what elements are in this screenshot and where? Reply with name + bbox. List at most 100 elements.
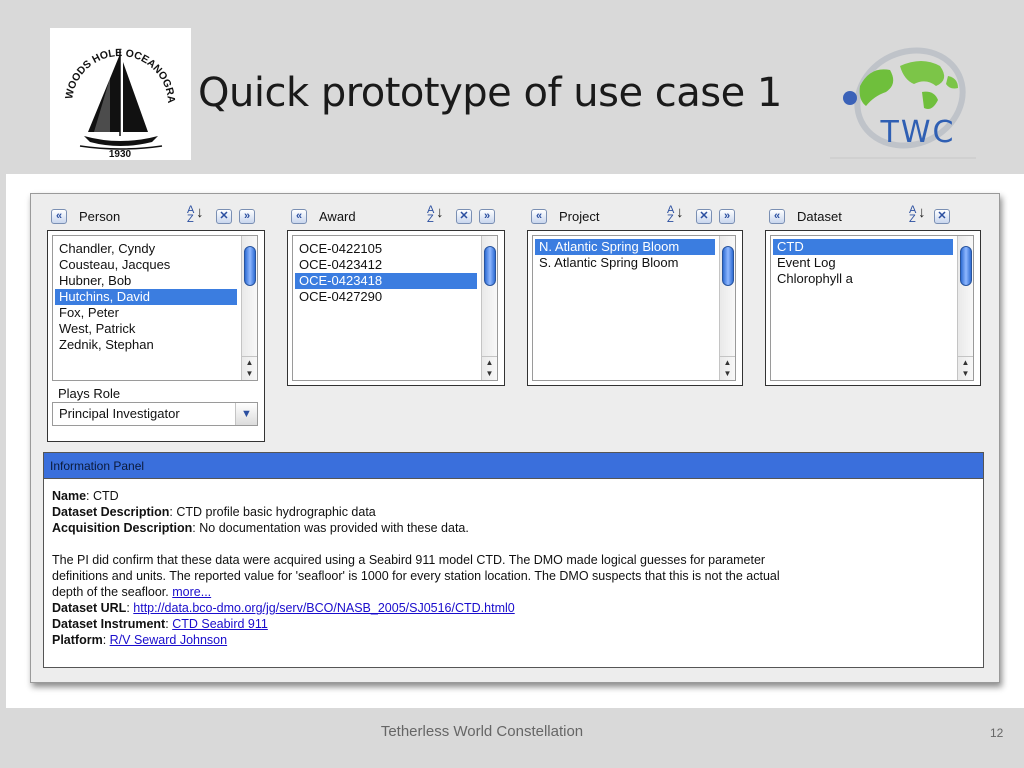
person-scrollbar[interactable]: ▲ ▼ xyxy=(241,236,257,380)
project-list[interactable]: N. Atlantic Spring Bloom S. Atlantic Spr… xyxy=(532,235,736,381)
sort-az-icon[interactable]: A Z ↓ xyxy=(909,205,926,225)
information-panel-header: Information Panel xyxy=(44,453,983,479)
next-icon[interactable]: » xyxy=(239,209,255,224)
description-row: Dataset Description: CTD profile basic h… xyxy=(52,505,376,519)
list-item[interactable]: Chlorophyll a xyxy=(773,271,853,287)
logo-year: 1930 xyxy=(109,149,132,160)
scroll-thumb[interactable] xyxy=(244,246,256,286)
instrument-link[interactable]: CTD Seabird 911 xyxy=(172,617,268,631)
prev-icon[interactable]: « xyxy=(291,209,307,224)
list-item[interactable]: OCE-0423412 xyxy=(295,257,382,273)
list-item[interactable]: Hubner, Bob xyxy=(55,273,131,289)
slide-footer: Tetherless World Constellation xyxy=(380,723,584,740)
paragraph-text: depth of the seafloor. xyxy=(52,585,169,599)
plays-role-label: Plays Role xyxy=(58,386,121,401)
list-item-selected[interactable]: N. Atlantic Spring Bloom xyxy=(535,239,715,255)
sort-az-icon[interactable]: A Z ↓ xyxy=(187,205,204,225)
project-scrollbar[interactable]: ▲ ▼ xyxy=(719,236,735,380)
award-facet-title: Award xyxy=(319,209,356,224)
clear-icon[interactable]: ✕ xyxy=(696,209,712,224)
next-icon[interactable]: » xyxy=(479,209,495,224)
scroll-arrows-icon[interactable]: ▲ ▼ xyxy=(720,356,735,380)
paragraph-line: definitions and units. The reported valu… xyxy=(52,569,780,583)
list-item[interactable]: OCE-0427290 xyxy=(295,289,382,305)
list-item-selected[interactable]: OCE-0423418 xyxy=(295,273,477,289)
plays-role-select[interactable]: Principal Investigator ▼ xyxy=(52,402,258,426)
sort-az-icon[interactable]: A Z ↓ xyxy=(667,205,684,225)
dataset-url-link[interactable]: http://data.bco-dmo.org/jg/serv/BCO/NASB… xyxy=(133,601,514,615)
clear-icon[interactable]: ✕ xyxy=(934,209,950,224)
platform-label: Platform xyxy=(52,633,103,647)
twc-logo-text: TWC xyxy=(880,115,956,150)
instrument-label: Dataset Instrument xyxy=(52,617,166,631)
person-listbox: Chandler, Cyndy Cousteau, Jacques Hubner… xyxy=(47,230,265,442)
list-item[interactable]: Chandler, Cyndy xyxy=(55,241,155,257)
dataset-facet: « Dataset A Z ↓ ✕ CTD Event Log Chlorophyl… xyxy=(765,205,981,386)
list-item[interactable]: West, Patrick xyxy=(55,321,135,337)
list-item[interactable]: S. Atlantic Spring Bloom xyxy=(535,255,678,271)
paragraph-line: The PI did confirm that these data were … xyxy=(52,553,766,567)
twc-logo: TWC xyxy=(830,26,976,160)
scroll-arrows-icon[interactable]: ▲ ▼ xyxy=(242,356,257,380)
scroll-arrows-icon[interactable]: ▲ ▼ xyxy=(482,356,497,380)
platform-row: Platform: R/V Seward Johnson xyxy=(52,633,228,647)
plays-role-value: Principal Investigator xyxy=(59,406,180,421)
dataset-facet-header: « Dataset A Z ↓ ✕ xyxy=(765,205,981,228)
name-value: CTD xyxy=(93,489,119,503)
award-listbox: OCE-0422105 OCE-0423412 OCE-0423418 OCE-… xyxy=(287,230,505,386)
list-item-selected[interactable]: Hutchins, David xyxy=(55,289,237,305)
award-scrollbar[interactable]: ▲ ▼ xyxy=(481,236,497,380)
list-item[interactable]: OCE-0422105 xyxy=(295,241,382,257)
information-panel-body: Name: CTD Dataset Description: CTD profi… xyxy=(44,479,983,648)
acquisition-row: Acquisition Description: No documentatio… xyxy=(52,521,469,535)
instrument-row: Dataset Instrument: CTD Seabird 911 xyxy=(52,617,268,631)
woods-hole-logo: WOODS HOLE OCEANOGRAPHIC INSTITUTION 193… xyxy=(46,19,191,160)
award-facet-header: « Award A Z ↓ ✕ » xyxy=(287,205,505,228)
award-list[interactable]: OCE-0422105 OCE-0423412 OCE-0423418 OCE-… xyxy=(292,235,498,381)
paragraph-line-last: depth of the seafloor. more... xyxy=(52,584,983,600)
clear-icon[interactable]: ✕ xyxy=(456,209,472,224)
person-list[interactable]: Chandler, Cyndy Cousteau, Jacques Hubner… xyxy=(52,235,258,381)
list-item[interactable]: Fox, Peter xyxy=(55,305,119,321)
platform-link[interactable]: R/V Seward Johnson xyxy=(110,633,227,647)
person-facet-title: Person xyxy=(79,209,121,224)
list-item[interactable]: Zednik, Stephan xyxy=(55,337,154,353)
information-panel: Information Panel Name: CTD Dataset Desc… xyxy=(43,452,984,668)
list-item-selected[interactable]: CTD xyxy=(773,239,953,255)
project-facet-header: « Project A Z ↓ ✕ » xyxy=(527,205,743,228)
prev-icon[interactable]: « xyxy=(51,209,67,224)
prev-icon[interactable]: « xyxy=(769,209,785,224)
page-number: 12 xyxy=(990,726,1004,740)
description-label: Dataset Description xyxy=(52,505,170,519)
url-row: Dataset URL: http://data.bco-dmo.org/jg/… xyxy=(52,601,515,615)
project-listbox: N. Atlantic Spring Bloom S. Atlantic Spr… xyxy=(527,230,743,386)
person-facet: « Person A Z ↓ ✕ » Chandler, Cyndy Coustea… xyxy=(47,205,265,442)
app-window: « Person A Z ↓ ✕ » Chandler, Cyndy Coustea… xyxy=(30,193,1000,683)
acquisition-value: No documentation was provided with these… xyxy=(199,521,469,535)
project-facet: « Project A Z ↓ ✕ » N. Atlantic Spring Blo… xyxy=(527,205,743,386)
list-item[interactable]: Cousteau, Jacques xyxy=(55,257,170,273)
scroll-thumb[interactable] xyxy=(722,246,734,286)
clear-icon[interactable]: ✕ xyxy=(216,209,232,224)
dataset-listbox: CTD Event Log Chlorophyll a ▲ ▼ xyxy=(765,230,981,386)
acquisition-label: Acquisition Description xyxy=(52,521,193,535)
next-icon[interactable]: » xyxy=(719,209,735,224)
sort-az-icon[interactable]: A Z ↓ xyxy=(427,205,444,225)
slide-title: Quick prototype of use case 1 xyxy=(198,70,782,116)
scroll-thumb[interactable] xyxy=(960,246,972,286)
scroll-thumb[interactable] xyxy=(484,246,496,286)
dataset-facet-title: Dataset xyxy=(797,209,842,224)
name-row: Name: CTD xyxy=(52,489,119,503)
scroll-arrows-icon[interactable]: ▲ ▼ xyxy=(958,356,973,380)
prev-icon[interactable]: « xyxy=(531,209,547,224)
person-facet-header: « Person A Z ↓ ✕ » xyxy=(47,205,265,228)
dataset-list[interactable]: CTD Event Log Chlorophyll a ▲ ▼ xyxy=(770,235,974,381)
chevron-down-icon[interactable]: ▼ xyxy=(235,403,257,425)
more-link[interactable]: more... xyxy=(172,585,211,599)
award-facet: « Award A Z ↓ ✕ » OCE-0422105 OCE-0423412 … xyxy=(287,205,505,386)
slide-header: WOODS HOLE OCEANOGRAPHIC INSTITUTION 193… xyxy=(0,0,1024,172)
list-item[interactable]: Event Log xyxy=(773,255,836,271)
dataset-scrollbar[interactable]: ▲ ▼ xyxy=(957,236,973,380)
project-facet-title: Project xyxy=(559,209,600,224)
description-value: CTD profile basic hydrographic data xyxy=(176,505,376,519)
